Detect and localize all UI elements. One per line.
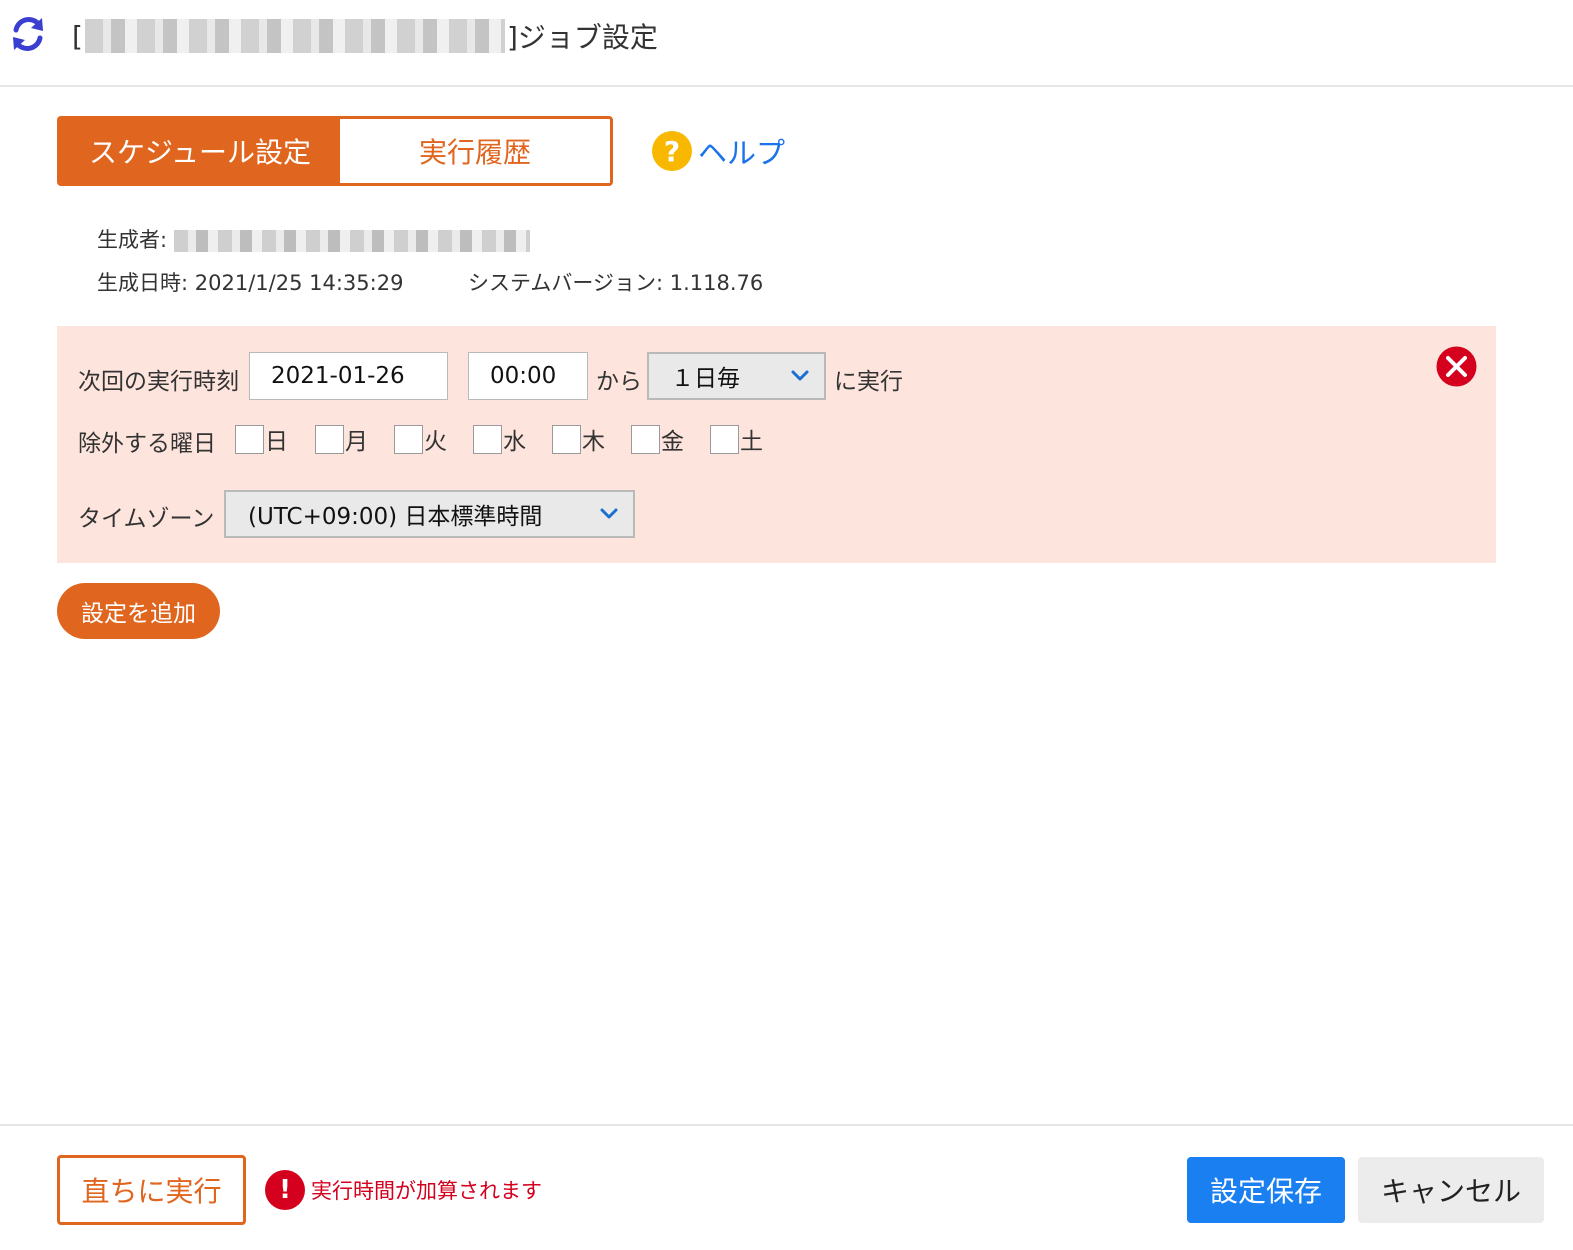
checkbox[interactable] bbox=[631, 424, 660, 454]
from-label: から bbox=[596, 369, 642, 395]
creator-row: 生成者: bbox=[97, 224, 530, 254]
help-link[interactable]: ? ヘルプ bbox=[652, 130, 785, 172]
checkbox[interactable] bbox=[473, 424, 502, 454]
interval-value: １日毎 bbox=[671, 366, 740, 392]
day-label: 土 bbox=[740, 429, 763, 455]
checkbox[interactable] bbox=[394, 424, 423, 454]
checkbox[interactable] bbox=[710, 424, 739, 454]
help-icon: ? bbox=[652, 131, 692, 171]
dialog-title: [ ]ジョブ設定 bbox=[72, 16, 658, 56]
redacted-creator bbox=[173, 230, 530, 252]
day-thursday[interactable]: 木 bbox=[552, 423, 605, 455]
chevron-down-icon bbox=[600, 508, 618, 519]
title-prefix: [ bbox=[72, 19, 83, 53]
day-sunday[interactable]: 日 bbox=[235, 423, 288, 455]
system-version-row: システムバージョン: 1.118.76 bbox=[468, 267, 763, 297]
day-label: 火 bbox=[424, 429, 447, 455]
day-label: 日 bbox=[265, 429, 288, 455]
add-setting-button[interactable]: 設定を追加 bbox=[57, 583, 220, 639]
close-icon[interactable] bbox=[1436, 346, 1477, 387]
tab-bar: スケジュール設定 実行履歴 bbox=[57, 116, 613, 186]
warning-text: 実行時間が加算されます bbox=[311, 1179, 542, 1203]
system-version-value: 1.118.76 bbox=[669, 271, 764, 295]
checkbox[interactable] bbox=[235, 424, 264, 454]
run-label: に実行 bbox=[834, 369, 903, 395]
save-button[interactable]: 設定保存 bbox=[1187, 1157, 1345, 1223]
timezone-value: (UTC+09:00) 日本標準時間 bbox=[248, 504, 543, 530]
checkbox[interactable] bbox=[315, 424, 344, 454]
interval-select[interactable]: １日毎 bbox=[647, 352, 826, 400]
timezone-label: タイムゾーン bbox=[78, 506, 215, 532]
tab-history[interactable]: 実行履歴 bbox=[340, 119, 610, 183]
day-label: 月 bbox=[345, 429, 368, 455]
next-run-label: 次回の実行時刻 bbox=[78, 369, 239, 395]
checkbox[interactable] bbox=[552, 424, 581, 454]
created-at-value: 2021/1/25 14:35:29 bbox=[194, 271, 404, 295]
run-now-button[interactable]: 直ちに実行 bbox=[57, 1155, 246, 1225]
title-suffix: ]ジョブ設定 bbox=[506, 21, 658, 54]
exclamation-icon: ! bbox=[265, 1170, 305, 1210]
system-version-label: システムバージョン: bbox=[468, 271, 664, 295]
exclude-days-label: 除外する曜日 bbox=[78, 431, 216, 457]
day-friday[interactable]: 金 bbox=[631, 423, 684, 455]
warning-message: ! 実行時間が加算されます bbox=[265, 1170, 542, 1210]
redacted-job-name bbox=[84, 19, 505, 53]
creator-label: 生成者: bbox=[97, 228, 168, 252]
time-input[interactable]: 00:00 bbox=[468, 352, 588, 400]
date-input[interactable]: 2021-01-26 bbox=[249, 352, 448, 400]
help-label: ヘルプ bbox=[698, 136, 786, 170]
time-value: 00:00 bbox=[490, 363, 557, 389]
created-at-label: 生成日時: bbox=[97, 271, 189, 295]
timezone-select[interactable]: (UTC+09:00) 日本標準時間 bbox=[224, 490, 635, 538]
chevron-down-icon bbox=[791, 370, 809, 381]
date-value: 2021-01-26 bbox=[271, 363, 405, 389]
day-saturday[interactable]: 土 bbox=[710, 423, 763, 455]
cancel-button[interactable]: キャンセル bbox=[1358, 1157, 1544, 1223]
day-label: 水 bbox=[503, 429, 526, 455]
day-monday[interactable]: 月 bbox=[315, 423, 368, 455]
refresh-icon[interactable] bbox=[8, 14, 48, 54]
dialog-header: [ ]ジョブ設定 bbox=[0, 0, 1573, 87]
day-label: 木 bbox=[582, 429, 605, 455]
day-wednesday[interactable]: 水 bbox=[473, 423, 526, 455]
day-tuesday[interactable]: 火 bbox=[394, 423, 447, 455]
tab-schedule[interactable]: スケジュール設定 bbox=[60, 119, 340, 183]
day-label: 金 bbox=[661, 429, 684, 455]
created-at-row: 生成日時: 2021/1/25 14:35:29 bbox=[97, 267, 403, 297]
